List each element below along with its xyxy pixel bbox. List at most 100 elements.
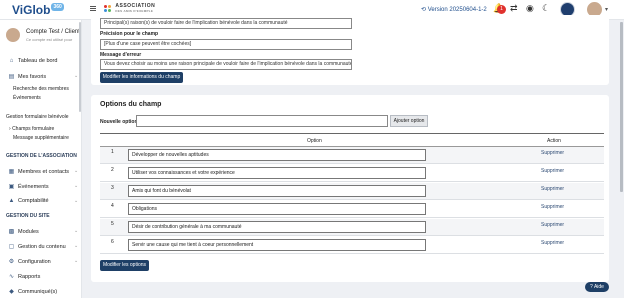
error-message-input[interactable]: Vous devez choisir au moins une raison p…: [100, 59, 352, 70]
field-label-input[interactable]: Principal(s) raison(s) de vouloir faire …: [100, 18, 352, 29]
option-input[interactable]: Développer de nouvelles aptitudes: [128, 149, 426, 161]
row-number: 4: [111, 203, 114, 209]
transfer-icon[interactable]: ⇄: [510, 4, 518, 13]
table-row: 6 Servir une cause qui me tient à coeur …: [100, 237, 604, 254]
sidebar-scrollbar[interactable]: [79, 22, 81, 112]
table-header-border: [100, 133, 604, 134]
chevron-down-icon[interactable]: ⌄: [74, 258, 78, 264]
calendar-icon: ▣: [8, 184, 15, 190]
gear-icon: ⚙: [8, 259, 15, 265]
chevron-down-icon[interactable]: ⌄: [74, 168, 78, 174]
modify-field-button[interactable]: Modifier les informations du champ: [100, 72, 183, 83]
option-input[interactable]: Obligations: [128, 203, 426, 215]
sidebar-section-association: GESTION DE L'ASSOCIATION: [6, 153, 77, 159]
row-number: 5: [111, 221, 114, 227]
chevron-down-icon[interactable]: ⌄: [74, 183, 78, 189]
new-option-input[interactable]: [136, 115, 388, 127]
sidebar-item-content[interactable]: ▢ Gestion du contenu: [8, 243, 66, 250]
sidebar-user-note: Ce compte est utilisé pour: [26, 37, 73, 42]
row-number: 1: [111, 149, 114, 155]
table-row: 4 Obligations Supprimer: [100, 201, 604, 218]
row-number: 3: [111, 185, 114, 191]
new-option-label: Nouvelle option: [100, 119, 138, 125]
sidebar-item-communiques[interactable]: ◆ Communiqué(s): [8, 288, 57, 295]
sidebar-item-volunteer-form[interactable]: Gestion formulaire bénévole: [6, 114, 69, 120]
association-logo-icon: [104, 5, 112, 13]
delete-link[interactable]: Supprimer: [541, 186, 564, 192]
members-icon: ▦: [8, 169, 15, 175]
content-icon: ▢: [8, 244, 15, 250]
sidebar-item-dashboard[interactable]: ⌂ Tableau de bord: [8, 58, 58, 64]
chart-icon: ∿: [8, 274, 15, 280]
eye-icon[interactable]: ◉: [526, 4, 534, 13]
sidebar-item-label: Modules: [18, 229, 39, 235]
chevron-down-icon[interactable]: ⌄: [74, 243, 78, 249]
delete-link[interactable]: Supprimer: [541, 204, 564, 210]
modules-icon: ▩: [8, 229, 15, 235]
table-row: 1 Développer de nouvelles aptitudes Supp…: [100, 147, 604, 164]
version-link[interactable]: ⟲ Version 20250604-1-2: [421, 6, 487, 13]
favorites-icon: ▤: [8, 74, 15, 80]
sidebar-item-events-fav[interactable]: Événements: [13, 95, 41, 101]
help-button[interactable]: ? Aide: [585, 282, 609, 292]
help-icon: ?: [590, 284, 593, 290]
sidebar-item-label: Configuration: [18, 259, 51, 265]
sidebar-item-configuration[interactable]: ⚙ Configuration: [8, 258, 51, 265]
delete-link[interactable]: Supprimer: [541, 168, 564, 174]
accounting-icon: ▲: [8, 198, 15, 204]
sidebar-item-label: Gestion du contenu: [18, 244, 66, 250]
sidebar: Compte Test / Client Ce compte est utili…: [0, 20, 82, 298]
precision-input[interactable]: [Plus d'une case peuvent être cochées]: [100, 39, 352, 50]
home-icon: ⌂: [9, 58, 14, 64]
sidebar-item-members[interactable]: ▦ Membres et contacts: [8, 168, 69, 175]
add-option-button[interactable]: Ajouter option: [390, 115, 428, 127]
option-input[interactable]: Amis qui font du bénévolat: [128, 185, 426, 197]
sidebar-item-reports[interactable]: ∿ Rapports: [8, 273, 40, 280]
sidebar-item-label: Tableau de bord: [18, 58, 58, 64]
sidebar-item-label: Champs formulaire: [12, 126, 55, 132]
app-logo-badge: 360: [51, 3, 64, 11]
table-row: 2 Utiliser vos connaissances et votre ex…: [100, 165, 604, 182]
chevron-down-icon[interactable]: ▾: [605, 6, 608, 13]
chevron-down-icon[interactable]: ⌄: [74, 198, 78, 204]
version-text: Version 20250604-1-2: [427, 7, 487, 13]
notification-badge: 1: [497, 5, 506, 14]
help-button-label: Aide: [593, 284, 604, 290]
sidebar-item-accounting[interactable]: ▲ Comptabilité: [8, 198, 49, 204]
column-header-action: Action: [547, 138, 561, 144]
row-number: 6: [111, 239, 114, 245]
main-scrollbar[interactable]: [620, 22, 623, 192]
column-header-option: Option: [307, 138, 322, 144]
history-icon: ⟲: [421, 7, 427, 13]
sidebar-item-events[interactable]: ▣ Événements: [8, 183, 49, 190]
modify-options-button[interactable]: Modifier les options: [100, 260, 149, 271]
sidebar-item-form-fields[interactable]: › Champs formulaire: [9, 126, 54, 132]
sidebar-user-name: Compte Test / Client: [26, 29, 80, 35]
option-input[interactable]: Désir de contribution générale à ma comm…: [128, 221, 426, 233]
sidebar-item-label: Comptabilité: [18, 198, 49, 204]
sidebar-item-label: Membres et contacts: [18, 169, 70, 175]
moon-icon[interactable]: ☾: [542, 4, 550, 13]
delete-link[interactable]: Supprimer: [541, 240, 564, 246]
row-number: 2: [111, 167, 114, 173]
association-logo: ASSOCIATION DES AMIS D'EXEMPLE: [104, 4, 155, 14]
association-subtitle: DES AMIS D'EXEMPLE: [115, 9, 154, 13]
chevron-down-icon[interactable]: ⌄: [74, 73, 78, 79]
app-logo-text: ViGlob: [12, 3, 51, 17]
sidebar-section-site: GESTION DU SITE: [6, 213, 50, 219]
sidebar-item-favorites[interactable]: ▤ Mes favoris: [8, 73, 46, 80]
sidebar-item-member-search[interactable]: Recherche des membres: [13, 86, 69, 92]
chevron-down-icon[interactable]: ⌄: [74, 228, 78, 234]
table-row: 5 Désir de contribution générale à ma co…: [100, 219, 604, 236]
table-row: 3 Amis qui font du bénévolat Supprimer: [100, 183, 604, 200]
option-input[interactable]: Utiliser vos connaissances et votre expé…: [128, 167, 426, 179]
delete-link[interactable]: Supprimer: [541, 222, 564, 228]
sidebar-item-modules[interactable]: ▩ Modules: [8, 228, 39, 235]
sidebar-item-extra-message[interactable]: Message supplémentaire: [13, 135, 69, 141]
delete-link[interactable]: Supprimer: [541, 150, 564, 156]
sidebar-item-label: Événements: [18, 184, 49, 190]
option-input[interactable]: Servir une cause qui me tient à coeur pe…: [128, 239, 426, 251]
menu-icon[interactable]: [90, 6, 96, 12]
app-logo[interactable]: ViGlob 360: [12, 3, 64, 17]
sidebar-item-label: Communiqué(s): [18, 289, 58, 295]
